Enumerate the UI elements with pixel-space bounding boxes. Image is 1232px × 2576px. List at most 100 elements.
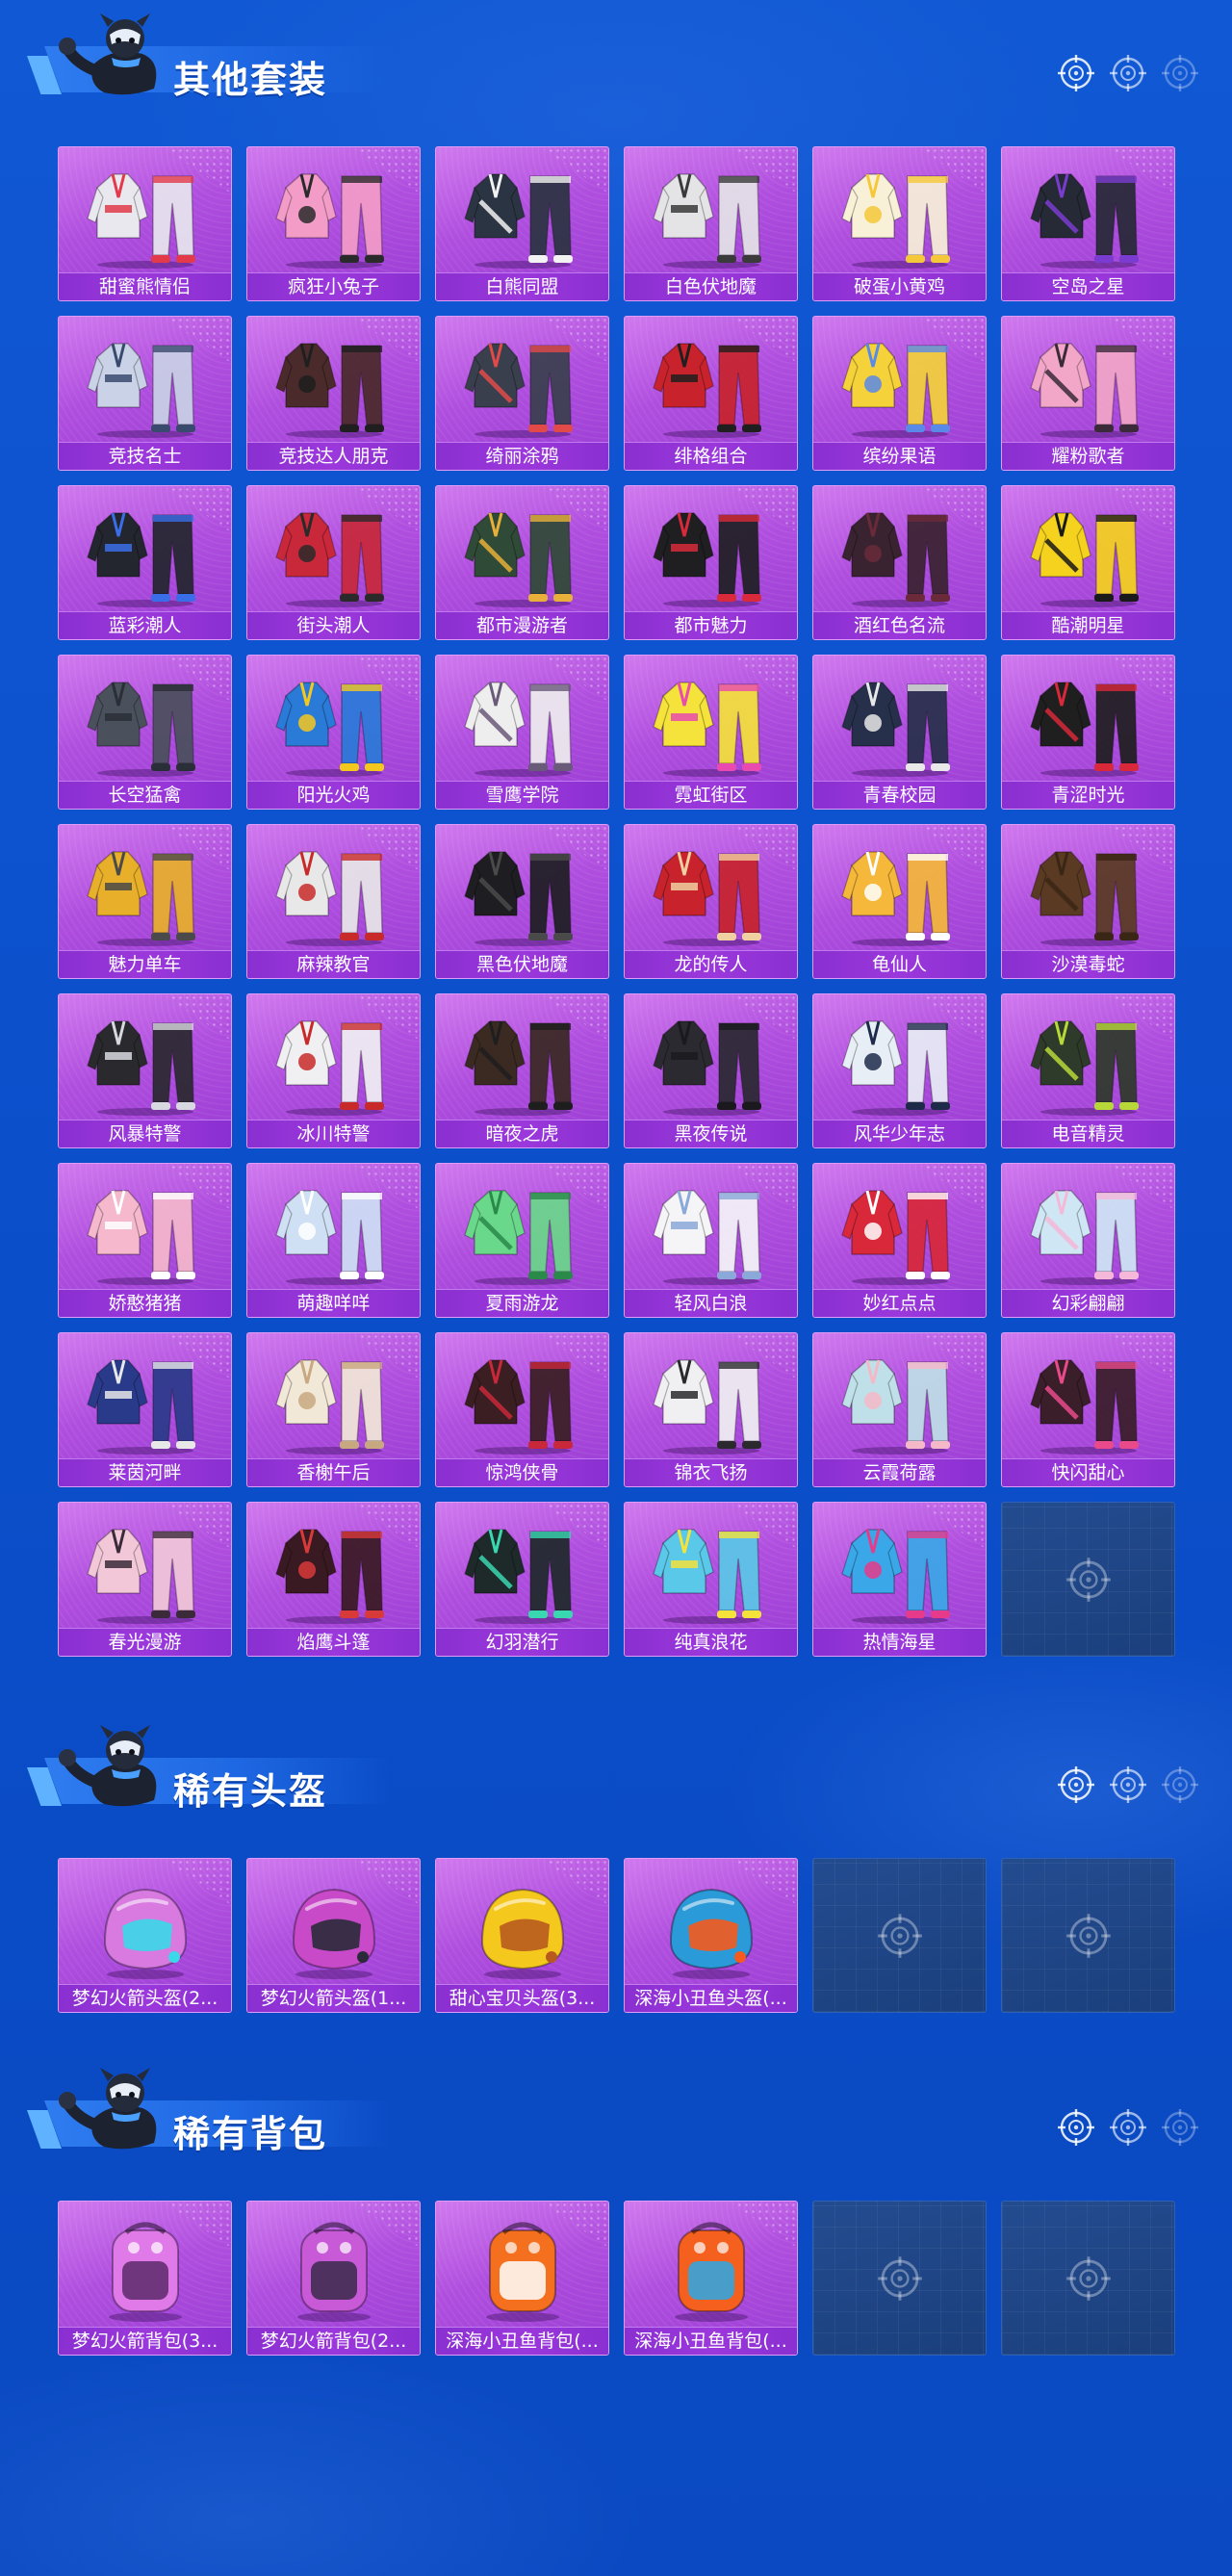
- item-card[interactable]: 白熊同盟: [435, 146, 609, 301]
- item-card[interactable]: 云霞荷露: [812, 1332, 987, 1487]
- item-card[interactable]: 蓝彩潮人: [58, 485, 232, 640]
- item-card[interactable]: 甜心宝贝头盔(3...: [435, 1858, 609, 2013]
- item-card[interactable]: 绯格组合: [624, 316, 798, 471]
- item-card[interactable]: 梦幻火箭头盔(1...: [246, 1858, 421, 2013]
- item-label: 深海小丑鱼头盔(...: [625, 1984, 797, 2012]
- crosshair-icon: [1161, 2108, 1199, 2147]
- section-decoration-targets: [1057, 2108, 1199, 2147]
- item-card[interactable]: 龙的传人: [624, 824, 798, 979]
- item-card[interactable]: 酒红色名流: [812, 485, 987, 640]
- item-card[interactable]: 雪鹰学院: [435, 655, 609, 810]
- item-card[interactable]: 莱茵河畔: [58, 1332, 232, 1487]
- item-card[interactable]: 香榭午后: [246, 1332, 421, 1487]
- outfit-image: [461, 663, 584, 779]
- item-card[interactable]: 破蛋小黄鸡: [812, 146, 987, 301]
- item-label: 深海小丑鱼背包(...: [436, 2327, 608, 2355]
- outfit-image: [1027, 1002, 1150, 1118]
- outfit-image: [461, 494, 584, 609]
- item-card[interactable]: 快闪甜心: [1001, 1332, 1175, 1487]
- outfit-image: [1027, 663, 1150, 779]
- item-card[interactable]: 风华少年志: [812, 993, 987, 1148]
- item-card[interactable]: 纯真浪花: [624, 1502, 798, 1657]
- crosshair-icon: [1109, 1765, 1147, 1804]
- item-card[interactable]: 焰鹰斗篷: [246, 1502, 421, 1657]
- item-card[interactable]: 锦衣飞扬: [624, 1332, 798, 1487]
- item-card[interactable]: 幻羽潜行: [435, 1502, 609, 1657]
- item-card[interactable]: 娇憨猪猪: [58, 1163, 232, 1318]
- item-card[interactable]: 梦幻火箭头盔(2...: [58, 1858, 232, 2013]
- item-card[interactable]: 轻风白浪: [624, 1163, 798, 1318]
- item-card[interactable]: 缤纷果语: [812, 316, 987, 471]
- backpack-image: [272, 2209, 396, 2325]
- item-card[interactable]: 风暴特警: [58, 993, 232, 1148]
- item-card[interactable]: 黑色伏地魔: [435, 824, 609, 979]
- section-title: 稀有背包: [173, 2115, 328, 2155]
- item-card[interactable]: 黑夜传说: [624, 993, 798, 1148]
- outfit-image: [272, 1172, 396, 1287]
- item-card[interactable]: 竞技达人朋克: [246, 316, 421, 471]
- item-label: 热情海星: [813, 1628, 986, 1656]
- item-card[interactable]: 冰川特警: [246, 993, 421, 1148]
- item-card[interactable]: 深海小丑鱼背包(...: [624, 2201, 798, 2356]
- outfit-image: [272, 494, 396, 609]
- item-label: 惊鸿侠骨: [436, 1458, 608, 1486]
- item-card[interactable]: 空岛之星: [1001, 146, 1175, 301]
- outfit-image: [838, 663, 962, 779]
- item-card[interactable]: 电音精灵: [1001, 993, 1175, 1148]
- item-label: 梦幻火箭头盔(1...: [247, 1984, 420, 2012]
- item-card[interactable]: 深海小丑鱼背包(...: [435, 2201, 609, 2356]
- item-card[interactable]: 春光漫游: [58, 1502, 232, 1657]
- item-label: 甜蜜熊情侣: [59, 272, 231, 300]
- outfit-image: [84, 1341, 207, 1456]
- item-card[interactable]: 夏雨游龙: [435, 1163, 609, 1318]
- item-card[interactable]: 竞技名士: [58, 316, 232, 471]
- mascot-icon: [54, 6, 179, 100]
- item-label: 妙红点点: [813, 1289, 986, 1317]
- item-card[interactable]: 甜蜜熊情侣: [58, 146, 232, 301]
- item-card[interactable]: 热情海星: [812, 1502, 987, 1657]
- item-label: 甜心宝贝头盔(3...: [436, 1984, 608, 2012]
- item-card[interactable]: 都市漫游者: [435, 485, 609, 640]
- item-label: 风暴特警: [59, 1120, 231, 1147]
- item-label: 电音精灵: [1002, 1120, 1174, 1147]
- item-card[interactable]: 街头潮人: [246, 485, 421, 640]
- item-card[interactable]: 长空猛禽: [58, 655, 232, 810]
- item-card[interactable]: 惊鸿侠骨: [435, 1332, 609, 1487]
- item-label: 梦幻火箭背包(3...: [59, 2327, 231, 2355]
- item-card[interactable]: 都市魅力: [624, 485, 798, 640]
- outfit-image: [461, 833, 584, 948]
- item-label: 麻辣教官: [247, 950, 420, 978]
- item-card[interactable]: 魅力单车: [58, 824, 232, 979]
- item-card[interactable]: 青涩时光: [1001, 655, 1175, 810]
- item-card[interactable]: 酷潮明星: [1001, 485, 1175, 640]
- outfit-image: [650, 833, 773, 948]
- item-card[interactable]: 暗夜之虎: [435, 993, 609, 1148]
- item-label: 酒红色名流: [813, 611, 986, 639]
- item-card[interactable]: 耀粉歌者: [1001, 316, 1175, 471]
- item-label: 冰川特警: [247, 1120, 420, 1147]
- item-card[interactable]: 疯狂小兔子: [246, 146, 421, 301]
- item-label: 梦幻火箭背包(2...: [247, 2327, 420, 2355]
- outfit-image: [650, 663, 773, 779]
- item-label: 白熊同盟: [436, 272, 608, 300]
- helmet-image: [650, 1867, 773, 1982]
- mascot-icon: [54, 2060, 179, 2154]
- item-card[interactable]: 麻辣教官: [246, 824, 421, 979]
- item-card[interactable]: 霓虹街区: [624, 655, 798, 810]
- item-card[interactable]: 萌趣咩咩: [246, 1163, 421, 1318]
- item-card[interactable]: 梦幻火箭背包(2...: [246, 2201, 421, 2356]
- item-card[interactable]: 梦幻火箭背包(3...: [58, 2201, 232, 2356]
- item-label: 长空猛禽: [59, 781, 231, 809]
- item-label: 疯狂小兔子: [247, 272, 420, 300]
- item-card[interactable]: 阳光火鸡: [246, 655, 421, 810]
- item-label: 霓虹街区: [625, 781, 797, 809]
- item-card[interactable]: 幻彩翩翩: [1001, 1163, 1175, 1318]
- item-card[interactable]: 绮丽涂鸦: [435, 316, 609, 471]
- item-card[interactable]: 深海小丑鱼头盔(...: [624, 1858, 798, 2013]
- item-card[interactable]: 妙红点点: [812, 1163, 987, 1318]
- item-card[interactable]: 沙漠毒蛇: [1001, 824, 1175, 979]
- item-card[interactable]: 青春校园: [812, 655, 987, 810]
- item-card[interactable]: 龟仙人: [812, 824, 987, 979]
- outfit-image: [84, 494, 207, 609]
- item-card[interactable]: 白色伏地魔: [624, 146, 798, 301]
